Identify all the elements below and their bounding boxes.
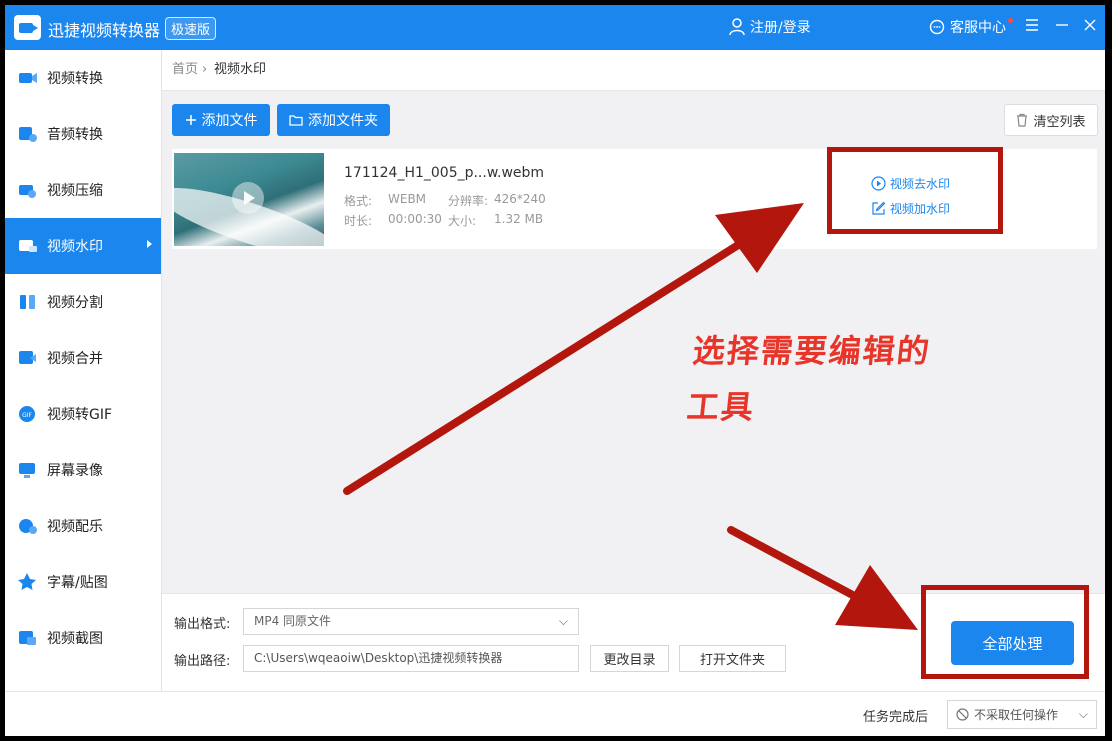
annotation-arrow-up xyxy=(343,203,804,495)
annotation-arrow-down xyxy=(727,526,918,630)
annotation-arrows xyxy=(343,203,918,630)
